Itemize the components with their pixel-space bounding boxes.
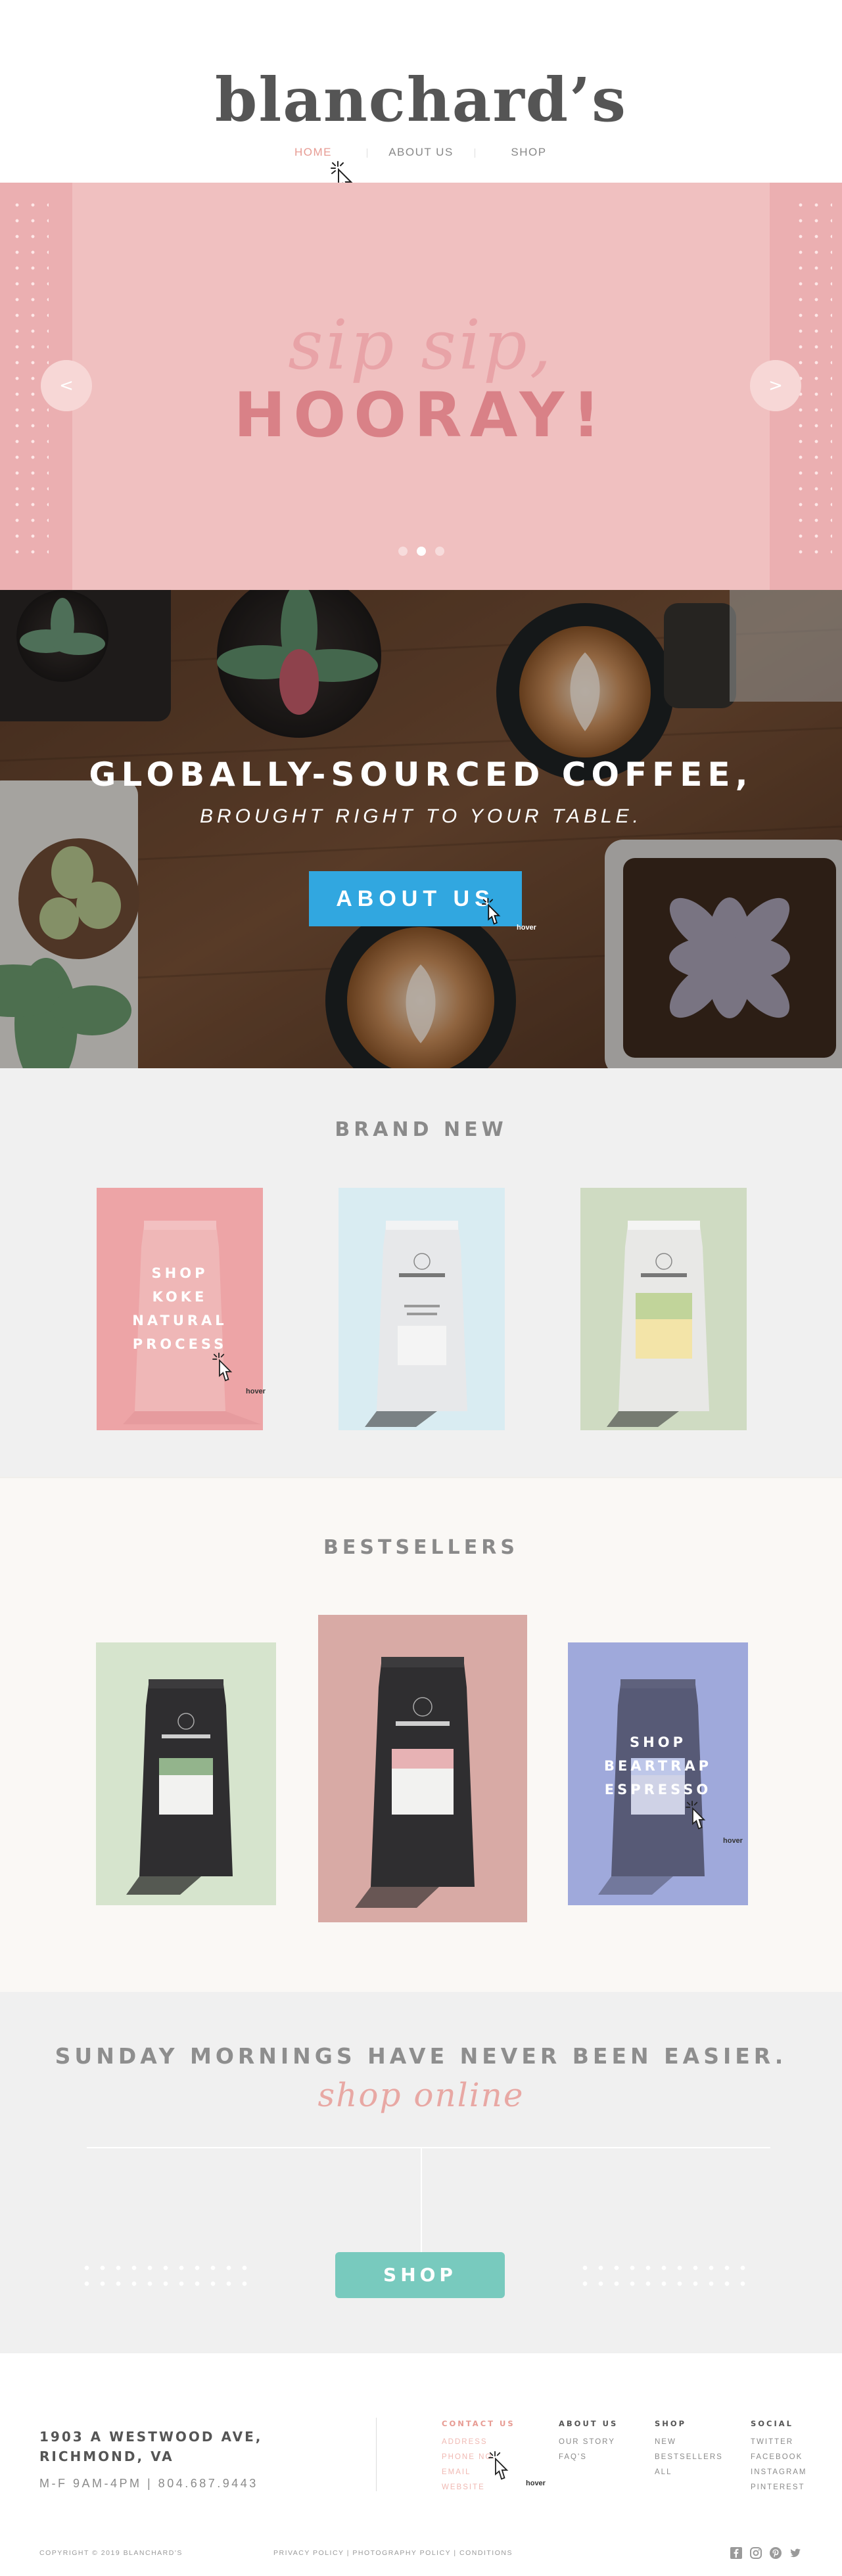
twitter-icon[interactable]: [788, 2546, 803, 2560]
site-footer: 1903 A WESTWOOD AVE, RICHMOND, VA M-F 9A…: [0, 2353, 842, 2576]
product-card-zambia[interactable]: [339, 1188, 505, 1430]
product-card-bolivia[interactable]: [580, 1188, 747, 1430]
address-line: 1903 A WESTWOOD AVE,: [39, 2429, 263, 2445]
coffee-banner: GLOBALLY-SOURCED COFFEE, BROUGHT RIGHT T…: [0, 590, 842, 1068]
nav-shop[interactable]: SHOP: [475, 146, 582, 159]
hover-label: hover: [723, 1837, 743, 1845]
banner-subtitle: BROUGHT RIGHT TO YOUR TABLE.: [199, 805, 643, 827]
product-card-beartrap-espresso[interactable]: SHOP BEARTRAP ESPRESSO: [568, 1642, 748, 1905]
footer-column-heading[interactable]: CONTACT US: [442, 2419, 515, 2428]
nav-about-us[interactable]: ABOUT US: [367, 146, 475, 159]
footer-column-shop: SHOP NEW BESTSELLERS ALL: [655, 2419, 723, 2480]
dot-pattern-left: [79, 2260, 258, 2297]
policy-links[interactable]: PRIVACY POLICY | PHOTOGRAPHY POLICY | CO…: [273, 2549, 513, 2557]
shop-online-script: shop online: [317, 2076, 525, 2114]
nav-home[interactable]: HOME: [260, 146, 367, 159]
footer-column-heading[interactable]: SOCIAL: [751, 2419, 807, 2428]
divider-line-vertical: [421, 2148, 422, 2253]
site-header: blanchard’s HOME ABOUT US SHOP hover: [0, 0, 842, 212]
brand-new-title: BRAND NEW: [335, 1118, 507, 1141]
footer-link[interactable]: TWITTER: [751, 2435, 807, 2450]
pinterest-icon[interactable]: [768, 2546, 783, 2560]
site-logo[interactable]: blanchard’s: [0, 64, 842, 135]
coffee-bag-image: [126, 1679, 233, 1895]
slider-dot[interactable]: [434, 547, 444, 556]
footer-bottom-bar: COPYRIGHT © 2019 BLANCHARD'S PRIVACY POL…: [39, 2546, 803, 2560]
overlay-line: SHOP: [630, 1734, 686, 1750]
footer-link[interactable]: OUR STORY: [559, 2435, 618, 2450]
address-line: RICHMOND, VA: [39, 2449, 174, 2464]
footer-column-heading[interactable]: ABOUT US: [559, 2419, 618, 2428]
footer-link[interactable]: FAQ'S: [559, 2450, 618, 2465]
hover-label: hover: [517, 924, 536, 932]
footer-link[interactable]: PINTEREST: [751, 2480, 807, 2495]
hover-cursor-icon: hover: [481, 897, 536, 932]
footer-link[interactable]: ALL: [655, 2465, 723, 2480]
footer-link[interactable]: INSTAGRAM: [751, 2465, 807, 2480]
shop-overlay: SHOP BEARTRAP ESPRESSO: [568, 1730, 748, 1801]
shop-online-section: SUNDAY MORNINGS HAVE NEVER BEEN EASIER. …: [0, 1992, 842, 2353]
instagram-icon[interactable]: [749, 2546, 763, 2560]
social-icons: [729, 2546, 803, 2560]
shop-button[interactable]: SHOP: [335, 2252, 505, 2298]
overlay-line: SHOP: [151, 1265, 208, 1281]
footer-divider: [376, 2418, 377, 2491]
footer-link[interactable]: BESTSELLERS: [655, 2450, 723, 2465]
dot-pattern-right: [577, 2260, 756, 2297]
slider-pagination: [0, 547, 842, 556]
hover-cursor-icon: hover: [212, 1352, 266, 1395]
hover-cursor-icon: hover: [488, 2451, 546, 2487]
coffee-bag-image: [607, 1221, 709, 1427]
hero-slider: < > sip sip, HOORAY!: [0, 183, 842, 590]
slider-dot-active[interactable]: [416, 547, 426, 556]
footer-hours-phone: M-F 9AM-4PM | 804.687.9443: [39, 2477, 258, 2490]
product-card-bestseller-2[interactable]: [318, 1615, 527, 1922]
product-card-koke[interactable]: SHOP KOKE NATURAL PROCESS: [97, 1188, 263, 1430]
banner-title: GLOBALLY-SOURCED COFFEE,: [89, 756, 753, 794]
coffee-bag-image: [355, 1657, 475, 1908]
footer-address: 1903 A WESTWOOD AVE, RICHMOND, VA: [39, 2427, 262, 2466]
slider-dot[interactable]: [398, 547, 408, 556]
hover-label: hover: [246, 1388, 266, 1395]
brand-new-section: BRAND NEW SHOP KOKE NATURAL PROCESS: [0, 1068, 842, 1477]
facebook-icon[interactable]: [729, 2546, 743, 2560]
coffee-table-photo: [0, 590, 842, 1068]
hero-script-text: sip sip,: [288, 305, 554, 385]
footer-link[interactable]: NEW: [655, 2435, 723, 2450]
hero-headline: HOORAY!: [233, 380, 609, 451]
main-nav: HOME ABOUT US SHOP: [0, 146, 842, 159]
overlay-line: KOKE: [152, 1289, 208, 1305]
product-card-bestseller-1[interactable]: [96, 1642, 276, 1905]
bestsellers-section: BESTSELLERS SHOP BEARTRAP ESPRESSO: [0, 1477, 842, 1992]
hover-label: hover: [526, 2479, 546, 2487]
coffee-bag-image: [365, 1221, 467, 1427]
overlay-line: NATURAL: [132, 1313, 227, 1328]
copyright-text: COPYRIGHT © 2019 BLANCHARD'S: [39, 2549, 183, 2557]
footer-link[interactable]: ADDRESS: [442, 2435, 515, 2450]
bestsellers-title: BESTSELLERS: [323, 1536, 519, 1559]
divider-line: [87, 2147, 770, 2148]
overlay-line: BEARTRAP: [604, 1758, 712, 1774]
footer-column-social: SOCIAL TWITTER FACEBOOK INSTAGRAM PINTER…: [751, 2419, 807, 2495]
footer-column-heading[interactable]: SHOP: [655, 2419, 723, 2428]
footer-column-about: ABOUT US OUR STORY FAQ'S: [559, 2419, 618, 2465]
shop-overlay: SHOP KOKE NATURAL PROCESS: [97, 1261, 263, 1356]
sunday-title: SUNDAY MORNINGS HAVE NEVER BEEN EASIER.: [55, 2043, 787, 2069]
footer-link[interactable]: FACEBOOK: [751, 2450, 807, 2465]
hover-cursor-icon: hover: [685, 1800, 743, 1845]
overlay-line: ESPRESSO: [604, 1782, 712, 1797]
